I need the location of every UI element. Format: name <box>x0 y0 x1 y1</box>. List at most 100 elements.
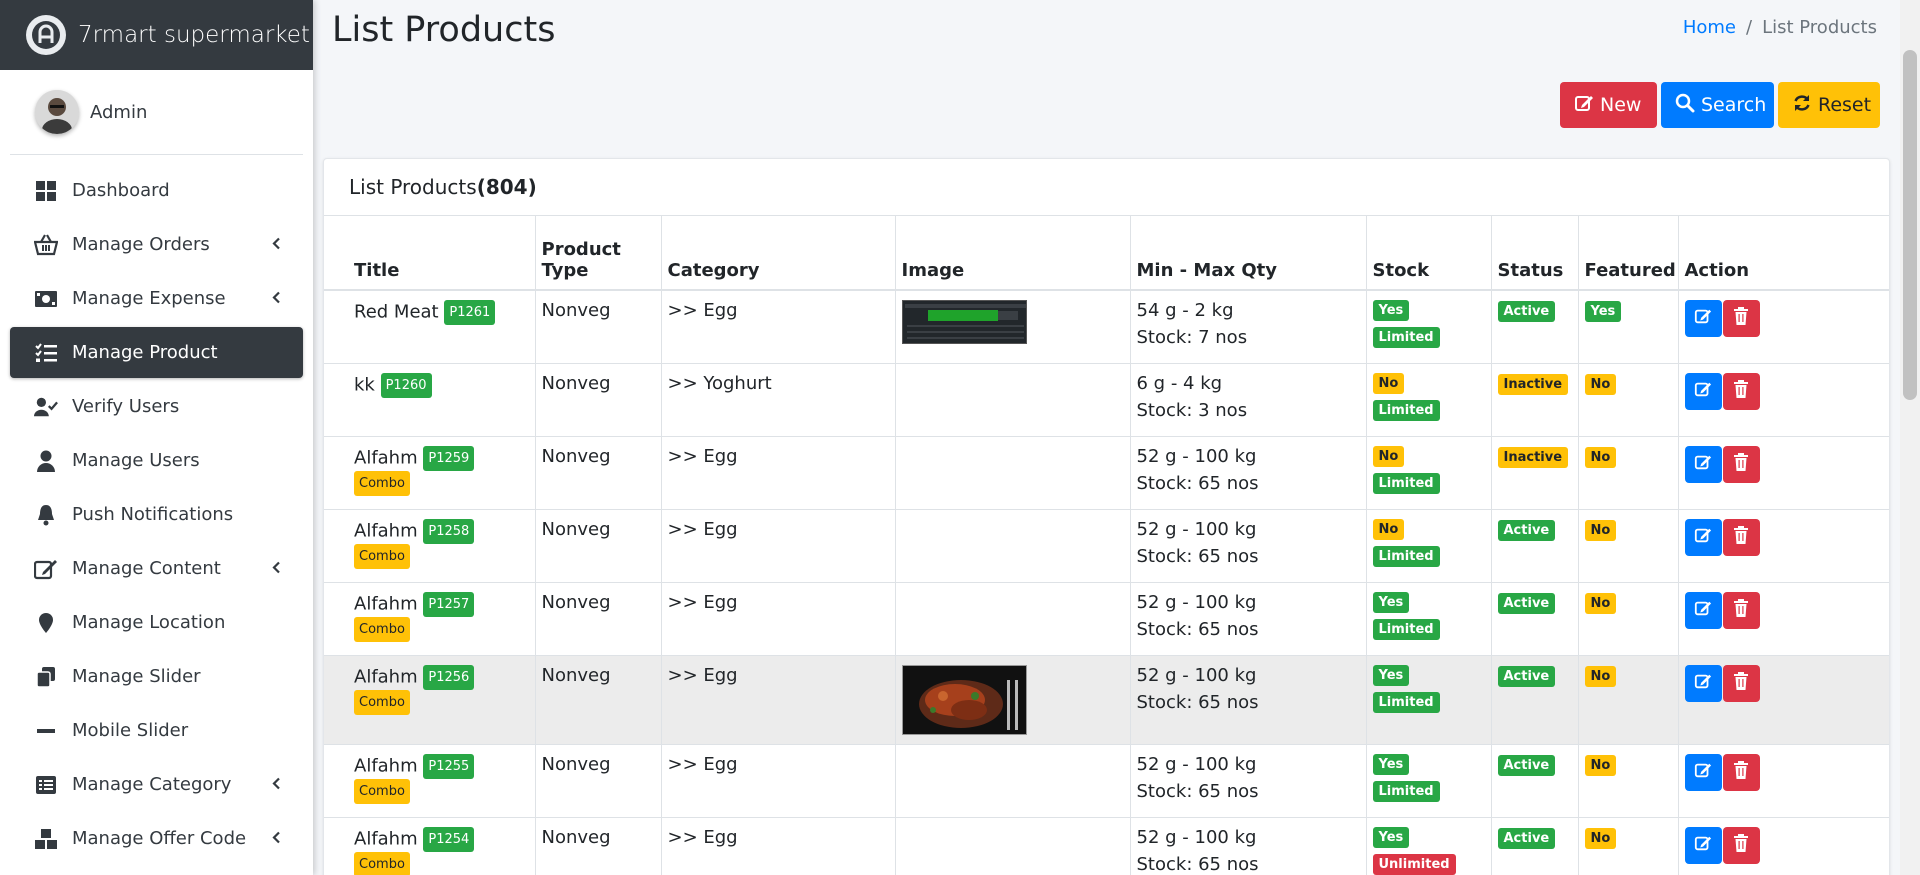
sidebar-item-push-notifications[interactable]: Push Notifications <box>10 489 303 540</box>
breadcrumb-home-link[interactable]: Home <box>1683 17 1736 38</box>
edit-button[interactable] <box>1684 446 1722 483</box>
featured-badge[interactable]: Yes <box>1584 300 1622 322</box>
featured-badge[interactable]: No <box>1584 592 1617 614</box>
delete-button[interactable] <box>1722 373 1760 410</box>
product-image[interactable] <box>901 300 1027 344</box>
list-check-icon <box>34 341 58 365</box>
scrollbar-thumb[interactable] <box>1903 50 1917 400</box>
sidebar-item-dashboard[interactable]: Dashboard <box>10 165 303 216</box>
featured-badge[interactable]: No <box>1584 446 1617 468</box>
delete-button[interactable] <box>1722 754 1760 791</box>
header-title[interactable]: Title <box>324 216 536 291</box>
header-status[interactable]: Status <box>1490 216 1579 291</box>
status-badge[interactable]: Active <box>1497 754 1556 776</box>
limit-badge[interactable]: Limited <box>1372 692 1440 713</box>
featured-badge[interactable]: No <box>1584 754 1617 776</box>
cell-status: Active <box>1490 509 1579 583</box>
stock-badge[interactable]: No <box>1372 373 1405 394</box>
stock-badge[interactable]: Yes <box>1372 300 1410 321</box>
limit-badge[interactable]: Limited <box>1372 327 1440 348</box>
status-badge[interactable]: Inactive <box>1497 446 1569 468</box>
limit-badge[interactable]: Limited <box>1372 619 1440 640</box>
delete-button[interactable] <box>1722 300 1760 337</box>
new-button[interactable]: New <box>1560 82 1657 128</box>
edit-button[interactable] <box>1684 665 1722 702</box>
cell-stock: Yes Unlimited <box>1365 817 1492 875</box>
sidebar-item-label: Manage Orders <box>72 234 210 255</box>
status-badge[interactable]: Active <box>1497 300 1556 322</box>
edit-button[interactable] <box>1684 827 1722 864</box>
edit-button[interactable] <box>1684 592 1722 629</box>
status-badge[interactable]: Active <box>1497 519 1556 541</box>
sidebar-item-manage-offer-code[interactable]: Manage Offer Code <box>10 813 303 864</box>
status-badge[interactable]: Inactive <box>1497 373 1569 395</box>
sidebar-item-manage-product[interactable]: Manage Product <box>10 327 303 378</box>
header-product-type[interactable]: Product Type <box>534 216 662 291</box>
delete-button[interactable] <box>1722 592 1760 629</box>
sidebar-item-manage-slider[interactable]: Manage Slider <box>10 651 303 702</box>
edit-icon <box>1694 761 1712 784</box>
reset-button[interactable]: Reset <box>1778 82 1880 128</box>
status-badge[interactable]: Active <box>1497 827 1556 849</box>
table-row[interactable]: Alfahm P1257 Combo Nonveg >> Egg 52 g - 100… <box>324 582 1889 656</box>
stock-badge[interactable]: Yes <box>1372 665 1410 686</box>
search-button[interactable]: Search <box>1661 82 1774 128</box>
header-category[interactable]: Category <box>660 216 896 291</box>
sidebar-item-manage-location[interactable]: Manage Location <box>10 597 303 648</box>
minus-icon <box>34 719 58 743</box>
table-row[interactable]: Alfahm P1255 Combo Nonveg >> Egg 52 g - 100… <box>324 744 1889 818</box>
table-row[interactable]: Red Meat P1261 Nonveg >> Egg 54 g - 2 kg Sto… <box>324 289 1889 364</box>
edit-button[interactable] <box>1684 300 1722 337</box>
limit-badge[interactable]: Limited <box>1372 546 1440 567</box>
table-row[interactable]: Alfahm P1256 Combo Nonveg >> Egg 52 g - 100… <box>324 655 1889 745</box>
table-row[interactable]: kk P1260 Nonveg >> Yoghurt 6 g - 4 kg Stock:… <box>324 363 1889 437</box>
status-badge[interactable]: Active <box>1497 592 1556 614</box>
stock-badge[interactable]: No <box>1372 446 1405 467</box>
brand-link[interactable]: 7rmart supermarket <box>0 0 313 70</box>
edit-button[interactable] <box>1684 754 1722 791</box>
cell-featured: No <box>1577 436 1679 510</box>
stock-badge[interactable]: No <box>1372 519 1405 540</box>
sidebar-item-mobile-slider[interactable]: Mobile Slider <box>10 705 303 756</box>
qty-range: 52 g - 100 kg <box>1136 665 1257 686</box>
cell-category: >> Egg <box>660 289 896 364</box>
stock-quantity: Stock: 65 nos <box>1136 546 1259 567</box>
status-badge[interactable]: Active <box>1497 665 1556 687</box>
sidebar-item-manage-content[interactable]: Manage Content <box>10 543 303 594</box>
table-row[interactable]: Alfahm P1254 Combo Nonveg >> Egg 52 g - 100… <box>324 817 1889 875</box>
limit-badge[interactable]: Limited <box>1372 473 1440 494</box>
sidebar-item-verify-users[interactable]: Verify Users <box>10 381 303 432</box>
table-row[interactable]: Alfahm P1259 Combo Nonveg >> Egg 52 g - 100… <box>324 436 1889 510</box>
featured-badge[interactable]: No <box>1584 827 1617 849</box>
edit-icon <box>1574 93 1594 118</box>
product-code-badge: P1256 <box>423 665 475 690</box>
page-scrollbar[interactable] <box>1900 0 1920 875</box>
limit-badge[interactable]: Unlimited <box>1372 854 1456 875</box>
limit-badge[interactable]: Limited <box>1372 400 1440 421</box>
edit-button[interactable] <box>1684 519 1722 556</box>
featured-badge[interactable]: No <box>1584 519 1617 541</box>
stock-badge[interactable]: Yes <box>1372 827 1410 848</box>
stock-badge[interactable]: Yes <box>1372 592 1410 613</box>
limit-badge[interactable]: Limited <box>1372 781 1440 802</box>
sidebar-item-manage-expense[interactable]: Manage Expense <box>10 273 303 324</box>
header-min-max-qty[interactable]: Min - Max Qty <box>1129 216 1367 291</box>
header-featured[interactable]: Featured <box>1577 216 1679 291</box>
sidebar-item-manage-users[interactable]: Manage Users <box>10 435 303 486</box>
cell-category: >> Egg <box>660 436 896 510</box>
edit-button[interactable] <box>1684 373 1722 410</box>
header-stock[interactable]: Stock <box>1365 216 1492 291</box>
delete-button[interactable] <box>1722 446 1760 483</box>
chevron-left-icon <box>271 234 281 255</box>
product-image[interactable] <box>901 665 1027 735</box>
featured-badge[interactable]: No <box>1584 373 1617 395</box>
user-panel[interactable]: Admin <box>10 70 303 155</box>
delete-button[interactable] <box>1722 665 1760 702</box>
delete-button[interactable] <box>1722 827 1760 864</box>
stock-badge[interactable]: Yes <box>1372 754 1410 775</box>
table-row[interactable]: Alfahm P1258 Combo Nonveg >> Egg 52 g - 100… <box>324 509 1889 583</box>
sidebar-item-manage-orders[interactable]: Manage Orders <box>10 219 303 270</box>
sidebar-item-manage-category[interactable]: Manage Category <box>10 759 303 810</box>
featured-badge[interactable]: No <box>1584 665 1617 687</box>
delete-button[interactable] <box>1722 519 1760 556</box>
